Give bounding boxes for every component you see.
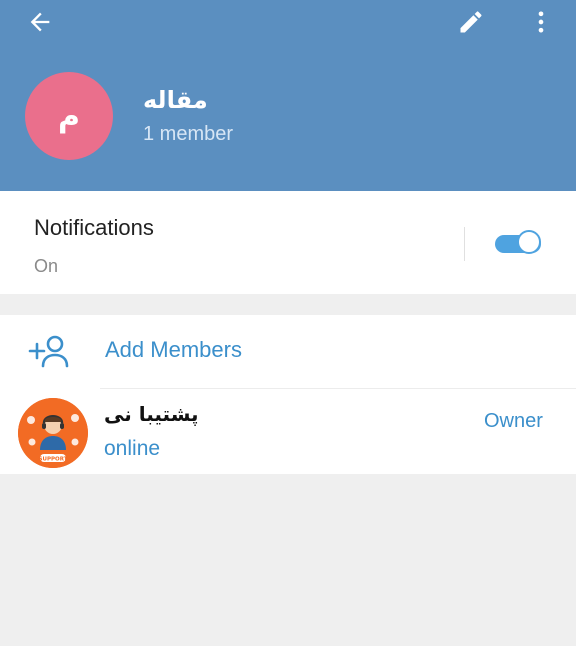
more-options-button[interactable] [516, 2, 566, 42]
svg-text:SUPPORT: SUPPORT [39, 457, 68, 463]
notifications-toggle[interactable] [495, 230, 543, 258]
members-section: Add Members SUPPORT پشتیبا نی online Own… [0, 315, 576, 474]
group-name: مقاله [143, 86, 208, 114]
back-button[interactable] [14, 2, 66, 42]
group-avatar[interactable]: م [25, 72, 113, 160]
notifications-status: On [34, 256, 59, 276]
add-user-icon [28, 335, 69, 368]
divider [100, 388, 576, 389]
member-role-badge: Owner [484, 410, 543, 432]
member-status: online [104, 437, 161, 460]
member-avatar: SUPPORT [18, 398, 88, 468]
add-members-button[interactable]: Add Members [0, 315, 576, 387]
notifications-title: Notifications [34, 215, 154, 240]
divider [464, 227, 465, 261]
more-vertical-icon [538, 11, 544, 33]
member-count: 1 member [143, 123, 234, 145]
notifications-row[interactable]: Notifications On [0, 191, 576, 294]
add-members-label: Add Members [105, 337, 242, 362]
toggle-knob [517, 230, 541, 254]
member-row[interactable]: SUPPORT پشتیبا نی online Owner [0, 390, 576, 474]
pencil-icon [460, 11, 482, 33]
group-header: م مقاله 1 member [0, 0, 576, 191]
support-agent-icon: SUPPORT [18, 398, 88, 468]
group-avatar-letter: م [58, 98, 80, 134]
member-name: پشتیبا نی [104, 402, 199, 426]
edit-button[interactable] [446, 2, 496, 42]
arrow-left-icon [30, 12, 50, 32]
